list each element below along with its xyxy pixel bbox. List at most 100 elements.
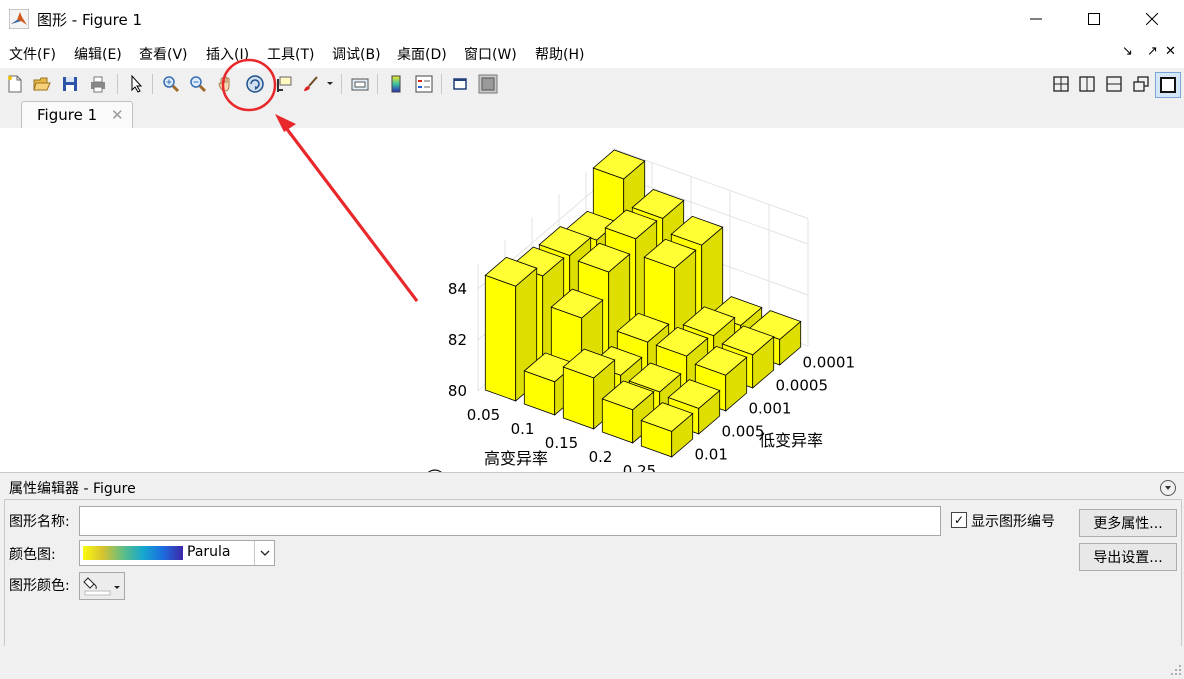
save-button[interactable] <box>59 73 81 95</box>
tile-2x2-button[interactable] <box>1050 73 1072 95</box>
figure-color-label: 图形颜色: <box>9 578 70 594</box>
toolbar-separator <box>341 74 342 94</box>
brush-button[interactable] <box>300 73 322 95</box>
show-plot-tools-button[interactable] <box>477 73 499 95</box>
pan-button[interactable] <box>215 73 237 95</box>
colormap-value: Parula <box>187 544 231 560</box>
data-cursor-button[interactable] <box>273 73 295 95</box>
edit-plot-button[interactable] <box>125 73 147 95</box>
zoom-in-icon <box>163 76 180 93</box>
y-axis-label: 低变异率 <box>759 431 823 450</box>
tab-close-button[interactable]: ✕ <box>111 106 124 124</box>
x-tick-label: 0.2 <box>589 448 613 466</box>
y-tick-label: 0.0001 <box>803 354 856 372</box>
zoom-out-icon <box>190 76 207 93</box>
bar3-plot[interactable]: 0.050.10.150.20.250.010.0050.0010.00050.… <box>0 128 1184 472</box>
menu-edit[interactable]: 编辑(E) <box>74 44 122 64</box>
figure-name-input[interactable] <box>79 506 941 536</box>
legend-button[interactable] <box>413 73 435 95</box>
link-plot-button[interactable] <box>349 73 371 95</box>
menu-debug[interactable]: 调试(B) <box>332 44 381 64</box>
x-tick-label: 0.25 <box>623 462 656 472</box>
export-settings-button[interactable]: 导出设置... <box>1079 543 1177 571</box>
show-number-checkbox[interactable]: ✓ <box>951 512 967 528</box>
dock-button[interactable]: ↘ <box>1122 44 1133 59</box>
figure-tab-strip: Figure 1 ✕ <box>0 101 1184 129</box>
menu-file[interactable]: 文件(F) <box>9 44 56 64</box>
close-figure-button[interactable]: ✕ <box>1165 44 1176 59</box>
maximize-icon <box>1088 13 1100 25</box>
menu-bar: 文件(F) 编辑(E) 查看(V) 插入(I) 工具(T) 调试(B) 桌面(D… <box>0 38 1184 68</box>
z-axis-label: 识别率（%） <box>426 458 445 472</box>
x-axis-label: 高变异率 <box>484 449 548 468</box>
legend-icon <box>415 75 433 93</box>
open-file-button[interactable] <box>31 73 53 95</box>
x-tick-label: 0.15 <box>545 434 578 452</box>
colormap-swatch <box>83 546 183 560</box>
tile-2x2-icon <box>1053 76 1069 92</box>
colorbar-button[interactable] <box>385 73 407 95</box>
tile-rows-button[interactable] <box>1103 73 1125 95</box>
window-title: 图形 - Figure 1 <box>37 11 143 29</box>
rotate-3d-button[interactable] <box>244 73 266 95</box>
hide-plot-tools-button[interactable] <box>449 73 471 95</box>
maximize-figure-button[interactable] <box>1155 72 1181 98</box>
colormap-select[interactable]: Parula <box>79 540 275 566</box>
y-tick-label: 0.01 <box>695 446 728 464</box>
close-window-button[interactable] <box>1123 0 1181 38</box>
maximize-button[interactable] <box>1065 0 1123 38</box>
resize-grip-icon[interactable] <box>1170 664 1182 676</box>
figure-color-button[interactable] <box>79 572 125 600</box>
annotation-arrow <box>284 128 419 302</box>
chevron-down-icon <box>1165 486 1171 490</box>
undock-button[interactable]: ↗ <box>1147 44 1158 59</box>
menu-desktop[interactable]: 桌面(D) <box>397 44 447 64</box>
tab-label: Figure 1 <box>37 106 98 124</box>
menu-help[interactable]: 帮助(H) <box>535 44 584 64</box>
zoom-in-button[interactable] <box>160 73 182 95</box>
figure-canvas[interactable]: 0.05 0.1 0.15 0.2 0.25 0.01 0.005 0.001 0.0005 0.… <box>0 58 1184 472</box>
title-bar: 图形 - Figure 1 <box>0 0 1184 38</box>
colormap-dropdown[interactable] <box>254 541 275 565</box>
maximize-figure-icon <box>1160 77 1176 93</box>
tile-rows-icon <box>1106 76 1122 92</box>
toolbar-separator <box>441 74 442 94</box>
x-tick-label: 0.1 <box>511 420 535 438</box>
link-plot-icon <box>351 78 369 91</box>
z-tick-label: 82 <box>448 331 467 349</box>
menu-window[interactable]: 窗口(W) <box>464 44 517 64</box>
toolbar-separator <box>117 74 118 94</box>
menu-tools[interactable]: 工具(T) <box>267 44 314 64</box>
more-properties-button[interactable]: 更多属性... <box>1079 509 1177 537</box>
figure-toolbar <box>0 68 1184 102</box>
collapse-button[interactable] <box>1160 480 1176 496</box>
open-file-icon <box>33 77 51 91</box>
float-window-icon <box>1133 76 1149 92</box>
y-tick-label: 0.0005 <box>776 377 829 395</box>
tile-columns-button[interactable] <box>1076 73 1098 95</box>
hide-plot-tools-icon <box>453 78 467 90</box>
print-icon <box>91 76 105 93</box>
paint-bucket-icon <box>83 577 120 596</box>
new-figure-button[interactable] <box>4 73 26 95</box>
tab-figure-1[interactable]: Figure 1 ✕ <box>21 101 133 129</box>
bar-front-face <box>484 274 517 402</box>
toolbar-separator <box>377 74 378 94</box>
show-number-label: 显示图形编号 <box>971 514 1055 530</box>
menu-view[interactable]: 查看(V) <box>139 44 188 64</box>
menu-insert[interactable]: 插入(I) <box>206 44 249 64</box>
toolbar-separator <box>152 74 153 94</box>
chevron-down-icon <box>260 550 270 556</box>
print-button[interactable] <box>87 73 109 95</box>
minimize-icon <box>1030 18 1042 20</box>
float-window-button[interactable] <box>1130 73 1152 95</box>
brush-dropdown[interactable] <box>323 73 337 95</box>
zoom-out-button[interactable] <box>187 73 209 95</box>
matlab-logo-icon <box>9 9 29 29</box>
property-editor-title: 属性编辑器 - Figure <box>9 481 136 497</box>
new-figure-icon <box>8 75 22 93</box>
minimize-button[interactable] <box>1007 0 1065 38</box>
colorbar-icon <box>391 75 401 93</box>
z-tick-label: 80 <box>448 382 467 400</box>
pan-hand-icon <box>218 76 230 92</box>
